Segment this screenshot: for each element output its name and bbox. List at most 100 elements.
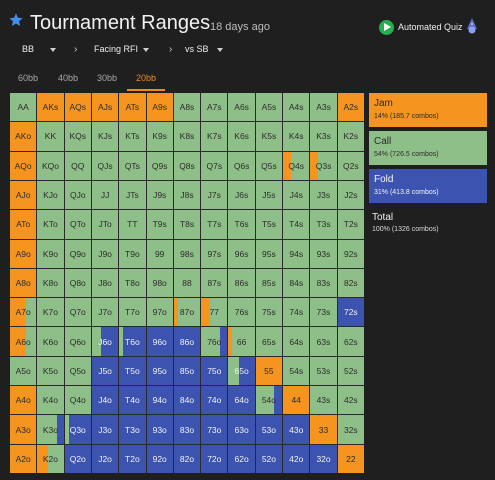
hand-cell[interactable]: T8o: [119, 268, 146, 298]
action-select[interactable]: Facing RFI: [94, 44, 138, 54]
hand-cell[interactable]: KJo: [37, 180, 64, 210]
hand-cell[interactable]: 92s: [337, 239, 364, 268]
hand-cell[interactable]: Q5s: [255, 151, 283, 180]
hand-cell[interactable]: A6s: [228, 93, 255, 122]
hand-cell[interactable]: 42s: [337, 386, 364, 415]
hand-cell[interactable]: 98o: [146, 268, 173, 298]
hand-cell[interactable]: K5o: [37, 356, 64, 386]
hand-cell[interactable]: A4s: [283, 93, 310, 122]
hand-cell[interactable]: K8o: [37, 268, 64, 298]
hand-cell[interactable]: T3o: [119, 415, 146, 444]
hand-cell[interactable]: A8o: [10, 268, 37, 298]
hand-cell[interactable]: QTo: [64, 210, 91, 239]
hand-cell[interactable]: T2o: [119, 444, 146, 473]
hand-cell[interactable]: 54s: [283, 356, 310, 386]
hand-cell[interactable]: QJo: [64, 180, 91, 210]
hand-cell[interactable]: Q9s: [146, 151, 173, 180]
hand-cell[interactable]: A3o: [10, 415, 37, 444]
hand-cell[interactable]: 33: [310, 415, 337, 444]
tab-60bb[interactable]: 60bb: [18, 73, 38, 83]
hand-cell[interactable]: J5o: [91, 356, 119, 386]
hand-cell[interactable]: 44: [283, 386, 310, 415]
hand-cell[interactable]: 54o: [255, 386, 283, 415]
hand-cell[interactable]: 84s: [283, 268, 310, 298]
hand-cell[interactable]: J6s: [228, 180, 255, 210]
hand-cell[interactable]: J8s: [173, 180, 201, 210]
hand-cell[interactable]: 72o: [201, 444, 228, 473]
hand-cell[interactable]: K6s: [228, 122, 255, 151]
hand-cell[interactable]: 32o: [310, 444, 337, 473]
hand-cell[interactable]: T7s: [201, 210, 228, 239]
hand-cell[interactable]: Q4o: [64, 386, 91, 415]
hand-cell[interactable]: 83s: [310, 268, 337, 298]
opponent-select[interactable]: vs SB: [185, 44, 209, 54]
hand-cell[interactable]: AA: [10, 93, 37, 122]
hand-cell[interactable]: QQ: [64, 151, 91, 180]
hand-cell[interactable]: AQo: [10, 151, 37, 180]
hand-cell[interactable]: Q8o: [64, 268, 91, 298]
hand-cell[interactable]: A4o: [10, 386, 37, 415]
hand-cell[interactable]: K4o: [37, 386, 64, 415]
hand-cell[interactable]: A6o: [10, 327, 37, 356]
hand-cell[interactable]: 98s: [173, 239, 201, 268]
hand-cell[interactable]: T7o: [119, 298, 146, 327]
hand-cell[interactable]: 74o: [201, 386, 228, 415]
hand-cell[interactable]: 64s: [283, 327, 310, 356]
hand-cell[interactable]: KTo: [37, 210, 64, 239]
legend-call[interactable]: Call 54% (726.5 combos): [369, 131, 487, 165]
hand-cell[interactable]: T9o: [119, 239, 146, 268]
hand-cell[interactable]: 64o: [228, 386, 255, 415]
hand-cell[interactable]: JJ: [91, 180, 119, 210]
hand-cell[interactable]: 73o: [201, 415, 228, 444]
hand-cell[interactable]: AKo: [10, 122, 37, 151]
hand-cell[interactable]: A2s: [337, 93, 364, 122]
hand-cell[interactable]: Q2s: [337, 151, 364, 180]
hand-cell[interactable]: 55: [255, 356, 283, 386]
hand-cell[interactable]: 97s: [201, 239, 228, 268]
hand-cell[interactable]: 32s: [337, 415, 364, 444]
hand-cell[interactable]: A5s: [255, 93, 283, 122]
hand-cell[interactable]: 76o: [201, 327, 228, 356]
hand-cell[interactable]: 76s: [228, 298, 255, 327]
hand-cell[interactable]: T8s: [173, 210, 201, 239]
hand-cell[interactable]: 88: [173, 268, 201, 298]
hand-cell[interactable]: J7s: [201, 180, 228, 210]
tab-30bb[interactable]: 30bb: [97, 73, 117, 83]
hand-cell[interactable]: Q8s: [173, 151, 201, 180]
hand-cell[interactable]: J4s: [283, 180, 310, 210]
hand-cell[interactable]: 95o: [146, 356, 173, 386]
hand-cell[interactable]: 86o: [173, 327, 201, 356]
hand-cell[interactable]: KQs: [64, 122, 91, 151]
hand-cell[interactable]: K5s: [255, 122, 283, 151]
hand-cell[interactable]: T4s: [283, 210, 310, 239]
hand-cell[interactable]: 62o: [228, 444, 255, 473]
hand-cell[interactable]: 87s: [201, 268, 228, 298]
automated-quiz-button[interactable]: Automated Quiz: [398, 22, 463, 32]
hand-cell[interactable]: T5s: [255, 210, 283, 239]
hand-cell[interactable]: 43o: [283, 415, 310, 444]
hand-cell[interactable]: K9s: [146, 122, 173, 151]
hand-cell[interactable]: 52s: [337, 356, 364, 386]
hand-cell[interactable]: Q9o: [64, 239, 91, 268]
hand-cell[interactable]: 66: [228, 327, 255, 356]
hand-cell[interactable]: J8o: [91, 268, 119, 298]
hand-cell[interactable]: 99: [146, 239, 173, 268]
hand-cell[interactable]: A5o: [10, 356, 37, 386]
hand-cell[interactable]: KK: [37, 122, 64, 151]
hand-cell[interactable]: KTs: [119, 122, 146, 151]
hand-cell[interactable]: 53s: [310, 356, 337, 386]
hand-cell[interactable]: 22: [337, 444, 364, 473]
hand-cell[interactable]: A9o: [10, 239, 37, 268]
hand-cell[interactable]: 92o: [146, 444, 173, 473]
hand-cell[interactable]: A2o: [10, 444, 37, 473]
hand-cell[interactable]: 96s: [228, 239, 255, 268]
hand-cell[interactable]: 63s: [310, 327, 337, 356]
legend-jam[interactable]: Jam 14% (185.7 combos): [369, 93, 487, 127]
hand-cell[interactable]: AJo: [10, 180, 37, 210]
hand-cell[interactable]: Q6o: [64, 327, 91, 356]
hand-cell[interactable]: J3s: [310, 180, 337, 210]
hand-cell[interactable]: Q4s: [283, 151, 310, 180]
hand-cell[interactable]: QJs: [91, 151, 119, 180]
hand-cell[interactable]: 85o: [173, 356, 201, 386]
hand-cell[interactable]: T3s: [310, 210, 337, 239]
